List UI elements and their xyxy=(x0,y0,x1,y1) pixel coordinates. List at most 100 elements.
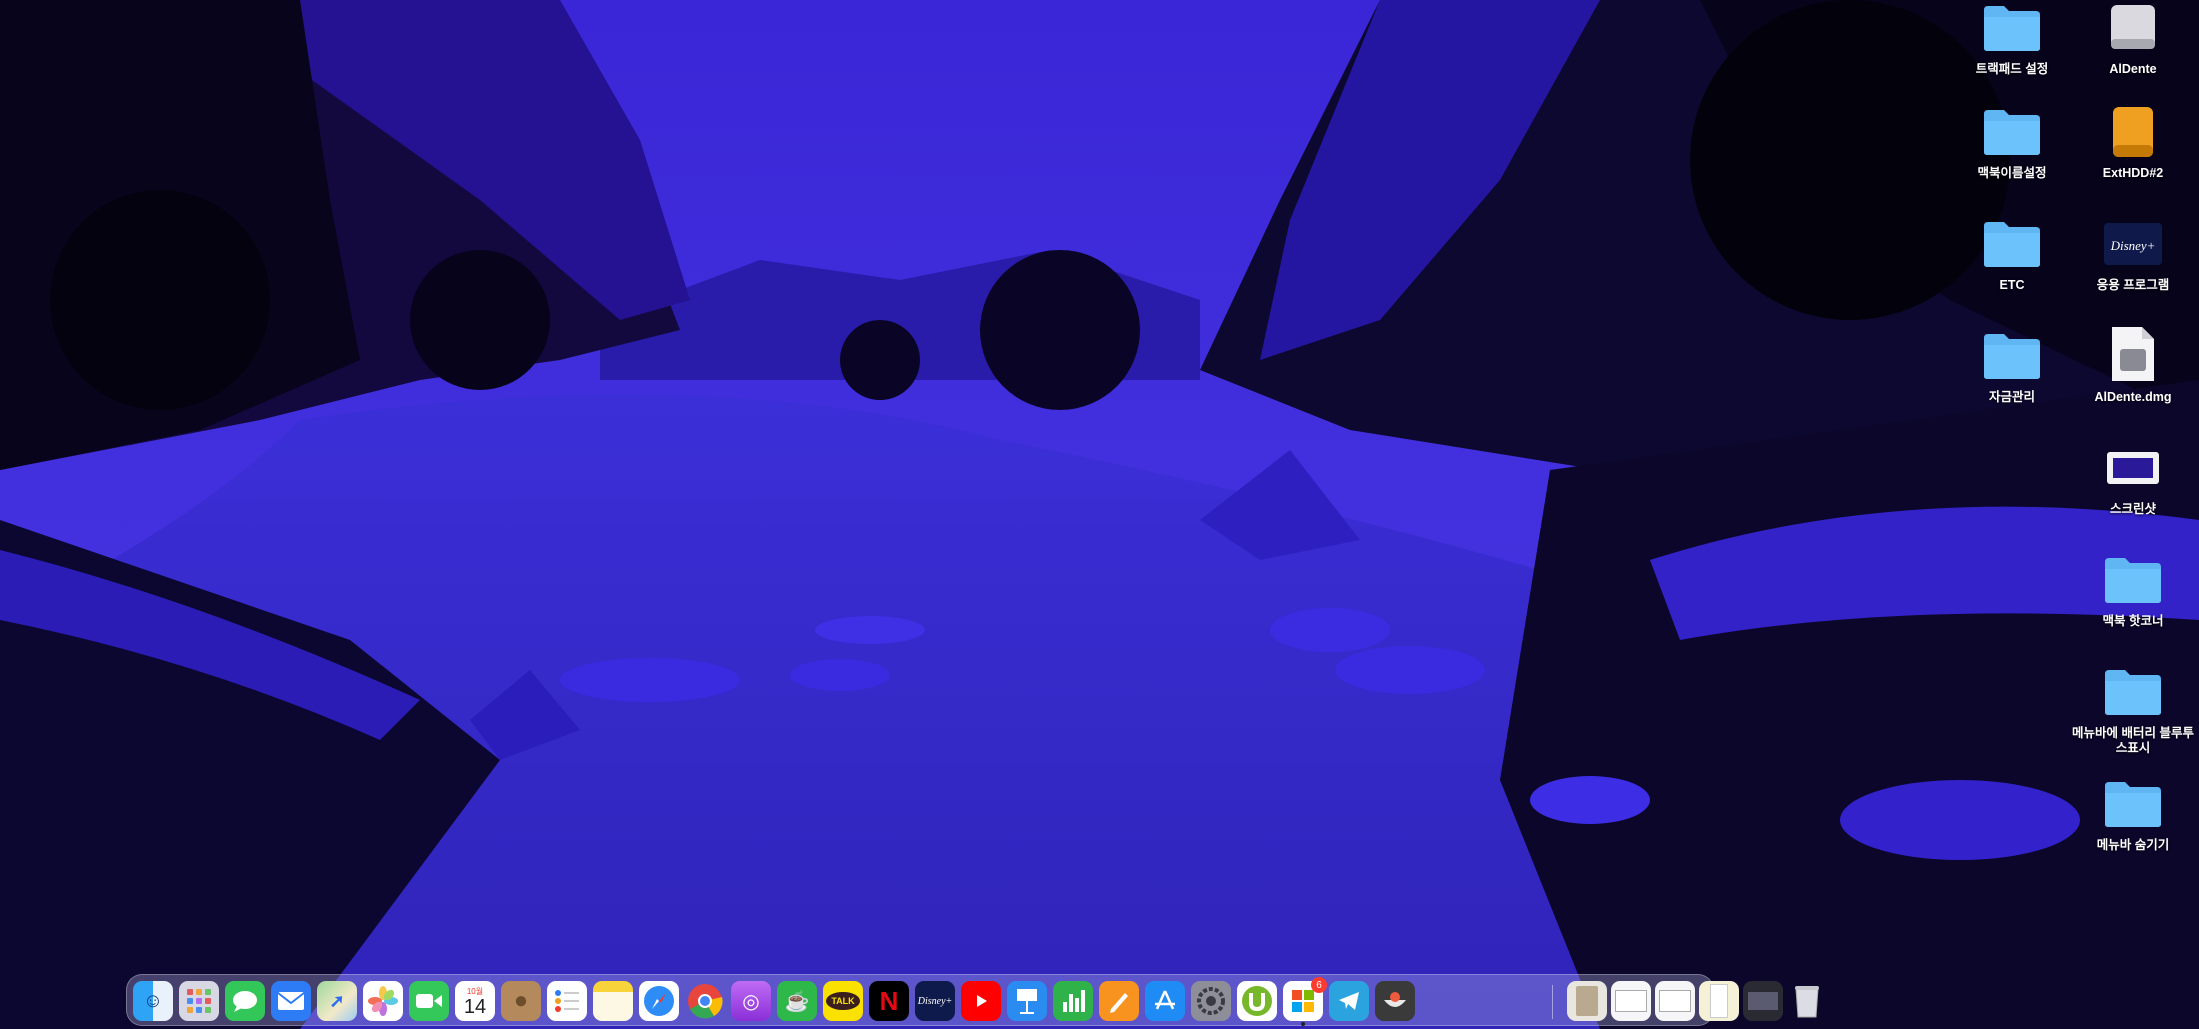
desktop-icon-label: 메뉴바에 배터리 블루투스표시 xyxy=(2072,726,2194,755)
netflix-icon: N xyxy=(879,985,899,1016)
dock-app-youtube[interactable] xyxy=(961,981,1001,1021)
dmg-file-icon xyxy=(2101,324,2165,384)
dock-app-finder[interactable]: ☺ xyxy=(133,981,173,1021)
dock-app-pages[interactable] xyxy=(1099,981,1139,1021)
dock-app-app-store[interactable] xyxy=(1145,981,1185,1021)
disney-plus-icon: Disney+ xyxy=(917,995,953,1007)
dock: ☺ ➚ 10월 14 ● ◎ ☕ TALK N Disney+ 6 xyxy=(126,974,1819,1026)
desktop-icon-label: 스크린샷 xyxy=(2109,502,2156,516)
microsoft-icon xyxy=(1292,990,1314,1012)
dock-recent-screenshot-1[interactable] xyxy=(1611,981,1651,1021)
dock-app-launchpad[interactable] xyxy=(179,981,219,1021)
desktop-icon-label: ExtHDD#2 xyxy=(2102,166,2164,180)
telegram-icon xyxy=(1339,992,1359,1010)
desktop-icon-label: ETC xyxy=(1999,278,2025,292)
dock-recent-screenshot-3[interactable] xyxy=(1743,981,1783,1021)
dock-separator xyxy=(1552,985,1553,1019)
trash-icon xyxy=(1795,986,1819,1018)
dock-app-misc[interactable] xyxy=(1375,981,1415,1021)
launchpad-icon xyxy=(187,989,211,1013)
desktop-icon-aldente[interactable]: AlDente xyxy=(2068,0,2198,77)
desktop-icon-label: 트랙패드 설정 xyxy=(1975,62,2049,76)
app-store-icon xyxy=(1155,990,1175,1010)
coffee-cup-icon: ☕ xyxy=(784,990,810,1013)
dock-recent-screenshot-2[interactable] xyxy=(1655,981,1695,1021)
dock-app-facetime[interactable] xyxy=(409,981,449,1021)
dock-app-netflix[interactable]: N xyxy=(869,981,909,1021)
utorrent-icon xyxy=(1242,986,1272,1016)
disk-drive-icon xyxy=(2101,0,2165,56)
dock-app-keynote[interactable] xyxy=(1007,981,1047,1021)
screenshot-thumbnail-icon xyxy=(1659,990,1691,1012)
folder-icon xyxy=(1980,328,2044,384)
desktop-icon-menubar-battery-bluetooth[interactable]: 메뉴바에 배터리 블루투스표시 xyxy=(2068,664,2198,756)
folder-icon xyxy=(1980,0,2044,56)
screenshot-thumbnail-icon xyxy=(1615,990,1647,1012)
desktop-icon-trackpad-settings[interactable]: 트랙패드 설정 xyxy=(1947,0,2077,77)
dock-app-reminders[interactable] xyxy=(547,981,587,1021)
dock-recent-document-1[interactable] xyxy=(1567,981,1607,1021)
folder-icon xyxy=(2101,776,2165,832)
calendar-day: 14 xyxy=(463,995,487,1018)
dock-app-calendar[interactable]: 10월 14 xyxy=(455,981,495,1021)
dock-app-utorrent[interactable] xyxy=(1237,981,1277,1021)
dock-app-disney-plus[interactable]: Disney+ xyxy=(915,981,955,1021)
desktop-icon-label: 맥북 핫코너 xyxy=(2102,614,2164,628)
maps-icon: ➚ xyxy=(329,990,345,1011)
calendar-month: 10월 xyxy=(466,986,484,996)
document-thumbnail-icon xyxy=(1576,986,1598,1016)
dock-app-system-preferences[interactable] xyxy=(1191,981,1231,1021)
folder-icon xyxy=(1980,104,2044,160)
desktop-icon-exthdd2[interactable]: ExtHDD#2 xyxy=(2068,104,2198,181)
dock-app-numbers[interactable] xyxy=(1053,981,1093,1021)
dock-app-photos[interactable] xyxy=(363,981,403,1021)
dock-app-maps[interactable]: ➚ xyxy=(317,981,357,1021)
desktop-icon-macbook-name-settings[interactable]: 맥북이름설정 xyxy=(1947,104,2077,181)
dock-app-microsoft[interactable]: 6 xyxy=(1283,977,1327,1026)
screenshot-thumbnail-icon xyxy=(1748,992,1778,1010)
pages-icon xyxy=(1110,993,1128,1013)
keynote-icon xyxy=(1017,989,1037,1014)
dock-app-messages[interactable] xyxy=(225,981,265,1021)
desktop-icon-hide-menubar[interactable]: 메뉴바 숨기기 xyxy=(2068,776,2198,853)
desktop-icon-aldente-dmg[interactable]: AlDente.dmg xyxy=(2068,324,2198,405)
dock-app-telegram[interactable] xyxy=(1329,981,1369,1021)
bowl-icon xyxy=(1384,992,1406,1007)
disney-plus-app-icon: Disney+ xyxy=(2101,216,2165,272)
folder-icon xyxy=(1980,216,2044,272)
folder-icon xyxy=(2101,552,2165,608)
document-thumbnail-icon xyxy=(1710,984,1728,1018)
desktop-icon-applications[interactable]: Disney+ 응용 프로그램 xyxy=(2068,216,2198,293)
desktop-icon-macbook-hot-corner[interactable]: 맥북 핫코너 xyxy=(2068,552,2198,629)
dock-app-kakaotalk[interactable]: TALK xyxy=(823,981,863,1021)
desktop-wallpaper xyxy=(0,0,2199,1029)
dock-app-mail[interactable] xyxy=(271,981,311,1021)
svg-text:Disney+: Disney+ xyxy=(2110,238,2156,253)
chrome-icon xyxy=(688,984,723,1019)
dock-trash[interactable] xyxy=(1787,981,1827,1021)
contacts-icon: ● xyxy=(513,987,529,1014)
dock-app-safari[interactable] xyxy=(639,981,679,1021)
external-drive-icon xyxy=(2101,104,2165,160)
desktop-icon-etc[interactable]: ETC xyxy=(1947,216,2077,293)
desktop-icon-label: AlDente.dmg xyxy=(2094,390,2172,404)
desktop-icon-label: AlDente xyxy=(2109,62,2157,76)
running-indicator xyxy=(1301,1022,1305,1026)
dock-app-chrome[interactable] xyxy=(685,981,725,1021)
desktop-icon-label: 응용 프로그램 xyxy=(2096,278,2170,292)
youtube-icon xyxy=(977,995,987,1007)
kakaotalk-icon: TALK xyxy=(826,992,860,1010)
dock-app-kakao-cafe[interactable]: ☕ xyxy=(777,981,817,1021)
notification-badge: 6 xyxy=(1311,977,1327,993)
folder-icon xyxy=(2101,664,2165,720)
dock-recent-document-2[interactable] xyxy=(1699,981,1739,1021)
desktop-icon-label: 메뉴바 숨기기 xyxy=(2096,838,2170,852)
dock-app-notes[interactable] xyxy=(593,981,633,1021)
finder-icon: ☺ xyxy=(142,989,164,1012)
screenshot-icon xyxy=(2101,440,2165,496)
desktop-icon-fund-management[interactable]: 자금관리 xyxy=(1947,328,2077,405)
dock-app-contacts[interactable]: ● xyxy=(501,981,541,1021)
dock-app-podcasts[interactable]: ◎ xyxy=(731,981,771,1021)
desktop-icon-screenshots[interactable]: 스크린샷 xyxy=(2068,440,2198,517)
safari-icon xyxy=(644,986,674,1016)
